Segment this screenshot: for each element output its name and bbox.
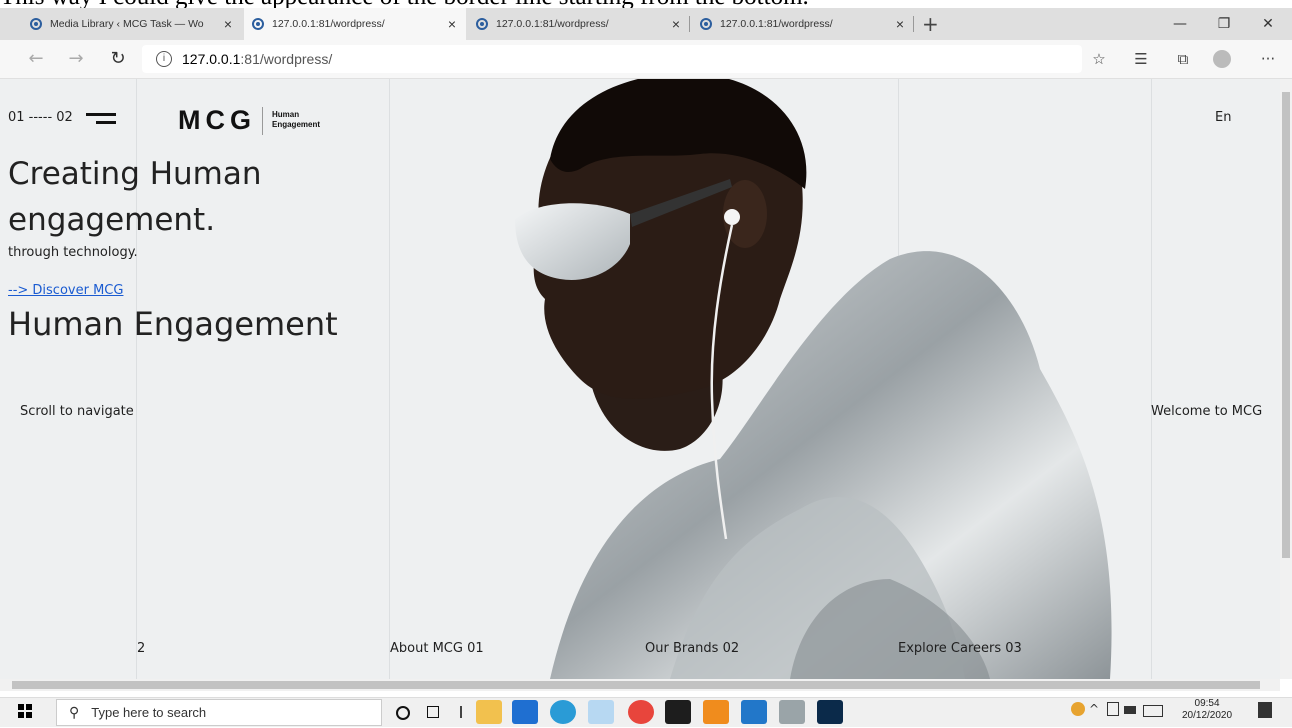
window-close-button[interactable]: ✕ (1246, 8, 1290, 40)
photos-icon[interactable] (741, 700, 767, 724)
search-placeholder: Type here to search (91, 705, 207, 720)
horizontal-scrollbar-thumb[interactable] (12, 681, 1260, 689)
close-icon[interactable]: × (672, 16, 680, 32)
wordpress-icon (30, 18, 42, 30)
hero-headline: Creating Human engagement. (8, 156, 262, 238)
minimize-button[interactable]: — (1158, 8, 1202, 40)
page-viewport: 01 ----- 02 MCG Human Engagement En Crea… (0, 79, 1280, 679)
close-icon[interactable]: × (224, 16, 232, 32)
network-icon[interactable] (1124, 706, 1136, 714)
profile-avatar[interactable] (1213, 50, 1231, 68)
logo[interactable]: MCG (178, 105, 256, 136)
wordpress-icon (476, 18, 488, 30)
tab-title: 127.0.0.1:81/wordpress/ (720, 18, 833, 30)
logo-tagline: Human Engagement (272, 110, 320, 130)
cortana-icon[interactable] (390, 700, 416, 724)
more-icon[interactable]: ··· (1253, 40, 1283, 78)
tab-wordpress-active[interactable]: 127.0.0.1:81/wordpress/ × (244, 8, 466, 40)
favorites-icon[interactable]: ☰ (1126, 40, 1156, 78)
taskbar-search-box[interactable]: ⚲ Type here to search (56, 699, 382, 726)
divider-icon (448, 700, 474, 724)
search-icon: ⚲ (69, 704, 80, 720)
star-icon[interactable]: ☆ (1084, 40, 1114, 78)
tab-wordpress-2[interactable]: 127.0.0.1:81/wordpress/ × (468, 8, 690, 40)
notification-app-icon[interactable] (1071, 702, 1085, 716)
dropbox-icon[interactable] (588, 700, 614, 724)
collections-icon[interactable]: ⧉ (1168, 40, 1198, 78)
keyboard-icon[interactable] (1143, 705, 1163, 717)
tab-title: 127.0.0.1:81/wordpress/ (496, 18, 609, 30)
task-view-icon[interactable] (420, 700, 446, 724)
tab-separator (689, 16, 690, 32)
taskbar-clock[interactable]: 09:54 20/12/2020 (1182, 698, 1232, 722)
hero-subheading: Human Engagement (8, 305, 338, 343)
nav-item-careers[interactable]: Explore Careers 03 (898, 641, 1022, 656)
tray-chevron-icon[interactable]: ^ (1089, 702, 1099, 716)
nav-item-brands[interactable]: Our Brands 02 (645, 641, 739, 656)
tab-strip: Media Library ‹ MCG Task — Wo × 127.0.0.… (0, 8, 1292, 40)
close-icon[interactable]: × (448, 16, 456, 32)
url-path: :81/wordpress/ (240, 51, 333, 67)
logo-tagline-line2: Engagement (272, 120, 321, 129)
grid-line (389, 79, 390, 679)
logo-tagline-line1: Human (272, 110, 300, 119)
tab-title: 127.0.0.1:81/wordpress/ (272, 18, 385, 30)
pycharm-icon[interactable] (665, 700, 691, 724)
edge-browser-icon[interactable] (550, 700, 576, 724)
language-switcher[interactable]: En (1215, 110, 1231, 125)
archive-icon[interactable] (779, 700, 805, 724)
tab-title: Media Library ‹ MCG Task — Wo (50, 18, 204, 30)
nav-item-about[interactable]: About MCG 01 (390, 641, 484, 656)
file-explorer-icon[interactable] (476, 700, 502, 724)
nav-item-2[interactable]: 2 (137, 641, 145, 656)
scroll-hint: Scroll to navigate (20, 404, 134, 419)
sublime-text-icon[interactable] (703, 700, 729, 724)
tab-wordpress-3[interactable]: 127.0.0.1:81/wordpress/ × (692, 8, 914, 40)
refresh-button[interactable]: ↻ (104, 40, 132, 78)
mail-icon[interactable] (512, 700, 538, 724)
photoshop-icon[interactable] (817, 700, 843, 724)
welcome-text: Welcome to MCG (1151, 404, 1263, 419)
windows-start-icon[interactable] (18, 704, 32, 718)
battery-icon[interactable] (1107, 702, 1119, 716)
action-center-icon[interactable] (1258, 702, 1272, 718)
tab-media-library[interactable]: Media Library ‹ MCG Task — Wo × (22, 8, 242, 40)
wordpress-icon (252, 18, 264, 30)
info-icon[interactable]: i (156, 51, 172, 67)
forward-button[interactable]: → (62, 40, 90, 78)
vertical-scrollbar-thumb[interactable] (1282, 92, 1290, 558)
url-host: 127.0.0.1 (182, 51, 241, 67)
back-button[interactable]: ← (22, 40, 50, 78)
clock-date: 20/12/2020 (1182, 710, 1233, 721)
wordpress-icon (700, 18, 712, 30)
hamburger-menu-icon[interactable] (86, 113, 116, 129)
hero-tagline: through technology. (8, 245, 138, 260)
document-caption: This way I could give the appearance of … (0, 0, 1292, 8)
discover-mcg-link[interactable]: --> Discover MCG (8, 283, 123, 298)
tab-separator (913, 16, 914, 32)
chrome-icon[interactable] (628, 700, 654, 724)
close-icon[interactable]: × (896, 16, 904, 32)
clock-time: 09:54 (1194, 698, 1220, 709)
restore-button[interactable]: ❐ (1202, 8, 1246, 40)
address-bar[interactable]: i 127.0.0.1 :81/wordpress/ (142, 45, 1082, 73)
new-tab-button[interactable]: + (922, 8, 939, 40)
hero-image (515, 79, 1112, 679)
slide-counter: 01 ----- 02 (8, 110, 73, 125)
logo-divider (262, 107, 263, 135)
